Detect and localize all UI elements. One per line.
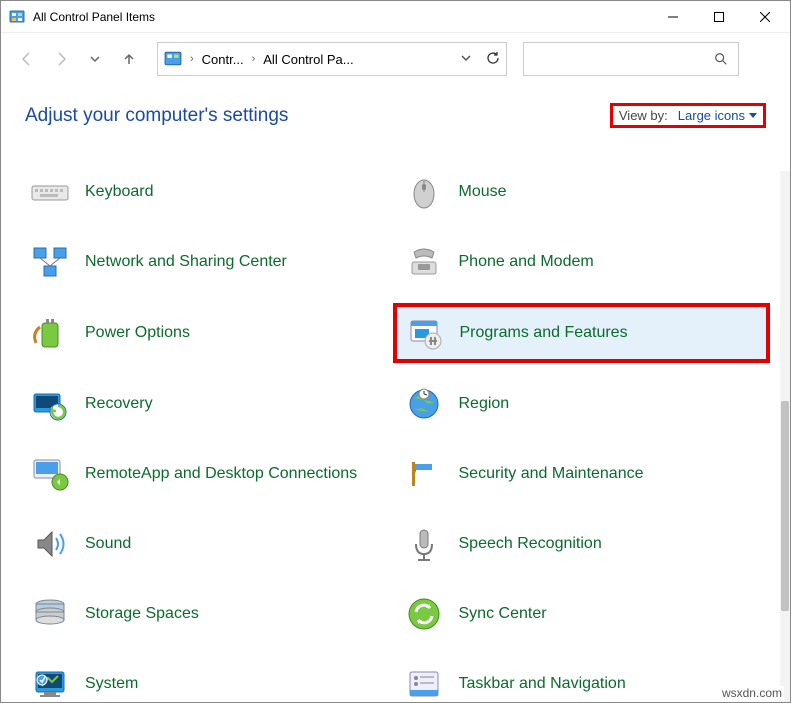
- item-label: Keyboard: [85, 182, 154, 202]
- window-title: All Control Panel Items: [33, 10, 650, 24]
- view-by-selector[interactable]: View by: Large icons: [610, 103, 766, 128]
- scrollbar[interactable]: [780, 171, 790, 702]
- refresh-button[interactable]: [486, 51, 500, 68]
- content-area: Keyboard Mouse Network and Sharing Center P…: [1, 165, 778, 702]
- control-panel-item[interactable]: Sync Center: [395, 587, 769, 641]
- view-by-value[interactable]: Large icons: [678, 108, 757, 123]
- system-icon: [29, 663, 71, 702]
- item-label: Speech Recognition: [459, 534, 602, 554]
- item-label: Sound: [85, 534, 131, 554]
- item-label: Taskbar and Navigation: [459, 674, 626, 694]
- control-panel-item[interactable]: Power Options: [21, 305, 395, 361]
- navigation-bar: › Contr... › All Control Pa...: [1, 33, 790, 85]
- watermark: wsxdn.com: [720, 686, 784, 700]
- item-label: Sync Center: [459, 604, 547, 624]
- control-panel-item[interactable]: Storage Spaces: [21, 587, 395, 641]
- control-panel-icon: [164, 50, 182, 68]
- maximize-button[interactable]: [696, 2, 742, 32]
- header-row: Adjust your computer's settings View by:…: [1, 85, 790, 134]
- taskbar-icon: [403, 663, 445, 702]
- storage-icon: [29, 593, 71, 635]
- back-button[interactable]: [13, 45, 41, 73]
- item-label: RemoteApp and Desktop Connections: [85, 464, 357, 484]
- control-panel-icon: [9, 9, 25, 25]
- control-panel-item[interactable]: System: [21, 657, 395, 702]
- item-label: Region: [459, 394, 510, 414]
- chevron-down-icon: [749, 113, 757, 118]
- recent-locations-button[interactable]: [81, 45, 109, 73]
- item-label: Network and Sharing Center: [85, 252, 287, 272]
- minimize-button[interactable]: [650, 2, 696, 32]
- close-button[interactable]: [742, 2, 788, 32]
- item-label: System: [85, 674, 138, 694]
- search-input[interactable]: [523, 42, 739, 76]
- address-bar[interactable]: › Contr... › All Control Pa...: [157, 42, 507, 76]
- control-panel-item[interactable]: Security and Maintenance: [395, 447, 769, 501]
- history-dropdown-button[interactable]: [460, 52, 472, 67]
- network-icon: [29, 241, 71, 283]
- item-label: Programs and Features: [460, 323, 628, 343]
- window-controls: [650, 2, 788, 32]
- breadcrumb-item[interactable]: Contr...: [202, 52, 244, 67]
- mouse-icon: [403, 171, 445, 213]
- titlebar: All Control Panel Items: [1, 1, 790, 33]
- control-panel-item[interactable]: Taskbar and Navigation: [395, 657, 769, 702]
- item-label: Mouse: [459, 182, 507, 202]
- chevron-right-icon: ›: [252, 53, 256, 65]
- control-panel-item[interactable]: Recovery: [21, 377, 395, 431]
- keyboard-icon: [29, 171, 71, 213]
- forward-button[interactable]: [47, 45, 75, 73]
- control-panel-item[interactable]: Region: [395, 377, 769, 431]
- control-panel-item[interactable]: Programs and Features: [395, 305, 769, 361]
- breadcrumb-item[interactable]: All Control Pa...: [263, 52, 353, 67]
- control-panel-item[interactable]: RemoteApp and Desktop Connections: [21, 447, 395, 501]
- item-label: Recovery: [85, 394, 153, 414]
- control-panel-item[interactable]: Phone and Modem: [395, 235, 769, 289]
- region-icon: [403, 383, 445, 425]
- control-panel-item[interactable]: Sound: [21, 517, 395, 571]
- page-title: Adjust your computer's settings: [25, 105, 288, 127]
- control-panel-item[interactable]: Speech Recognition: [395, 517, 769, 571]
- item-label: Power Options: [85, 323, 190, 343]
- control-panel-item[interactable]: Keyboard: [21, 165, 395, 219]
- speech-icon: [403, 523, 445, 565]
- sound-icon: [29, 523, 71, 565]
- control-panel-item[interactable]: Mouse: [395, 165, 769, 219]
- item-label: Security and Maintenance: [459, 464, 644, 484]
- item-label: Phone and Modem: [459, 252, 594, 272]
- scrollbar-thumb[interactable]: [781, 401, 789, 611]
- view-by-label: View by:: [619, 108, 668, 123]
- control-panel-item[interactable]: Network and Sharing Center: [21, 235, 395, 289]
- programs-icon: [404, 312, 446, 354]
- chevron-right-icon: ›: [190, 53, 194, 65]
- item-label: Storage Spaces: [85, 604, 199, 624]
- remoteapp-icon: [29, 453, 71, 495]
- up-button[interactable]: [115, 45, 143, 73]
- search-icon: [714, 52, 728, 66]
- power-icon: [29, 312, 71, 354]
- sync-icon: [403, 593, 445, 635]
- security-icon: [403, 453, 445, 495]
- phone-icon: [403, 241, 445, 283]
- recovery-icon: [29, 383, 71, 425]
